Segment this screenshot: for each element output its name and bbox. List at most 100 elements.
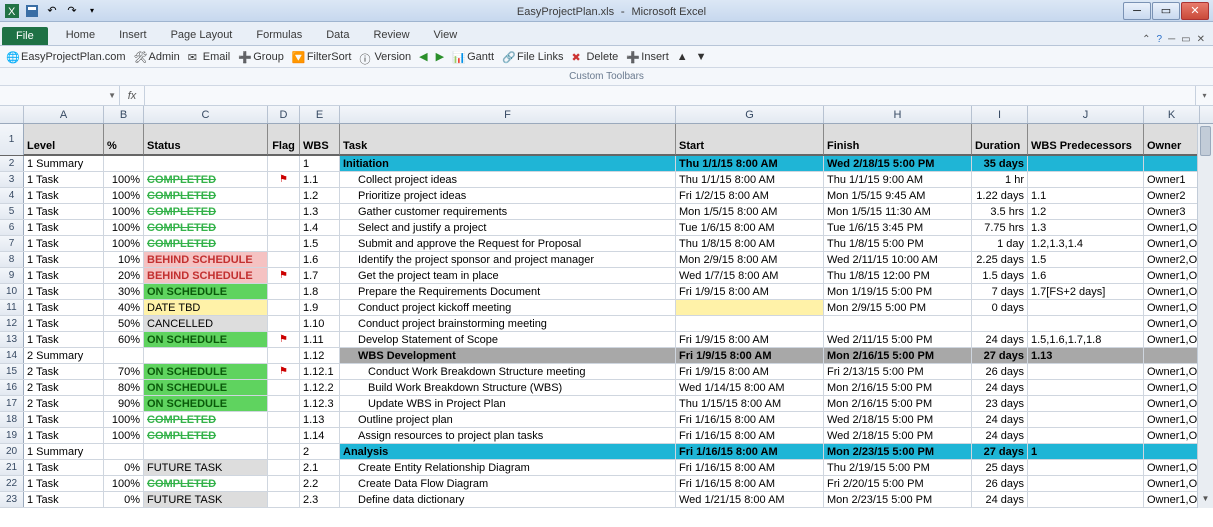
cell-duration[interactable]: 2.25 days [972, 252, 1028, 267]
cell-task[interactable]: Collect project ideas [340, 172, 676, 187]
cell-flag[interactable]: ⚑ [268, 268, 300, 283]
cell-duration[interactable]: 1.5 days [972, 268, 1028, 283]
cell-status[interactable]: ON SCHEDULE [144, 364, 268, 379]
cell-wbs[interactable]: 1.12 [300, 348, 340, 363]
cell-percent[interactable]: 50% [104, 316, 144, 331]
cell-status[interactable] [144, 348, 268, 363]
ribbon-tab-view[interactable]: View [422, 25, 470, 45]
nav-left-button[interactable]: ◀ [419, 50, 427, 63]
cell-task[interactable]: Update WBS in Project Plan [340, 396, 676, 411]
cell-task[interactable]: Define data dictionary [340, 492, 676, 507]
cell-owner[interactable]: Owner1,O [1144, 316, 1200, 331]
cell-owner[interactable]: Owner1,O [1144, 268, 1200, 283]
cell-wbs[interactable]: 1.12.3 [300, 396, 340, 411]
cell-percent[interactable]: 100% [104, 236, 144, 251]
cell-level[interactable]: 1 Task [24, 300, 104, 315]
cell-start[interactable]: Fri 1/16/15 8:00 AM [676, 428, 824, 443]
header-flag[interactable]: Flag [268, 124, 300, 155]
cell-start[interactable]: Fri 1/16/15 8:00 AM [676, 476, 824, 491]
cell-predecessors[interactable]: 1.7[FS+2 days] [1028, 284, 1144, 299]
cell-wbs[interactable]: 1.13 [300, 412, 340, 427]
cell-predecessors[interactable] [1028, 380, 1144, 395]
cell-level[interactable]: 1 Summary [24, 444, 104, 459]
cell-wbs[interactable]: 1.6 [300, 252, 340, 267]
cell-wbs[interactable]: 1.9 [300, 300, 340, 315]
cell-owner[interactable] [1144, 444, 1200, 459]
cell-status[interactable]: ON SCHEDULE [144, 332, 268, 347]
cell-predecessors[interactable] [1028, 316, 1144, 331]
col-header-F[interactable]: F [340, 106, 676, 123]
cell-task[interactable]: WBS Development [340, 348, 676, 363]
row-header[interactable]: 6 [0, 220, 24, 235]
cell-percent[interactable]: 10% [104, 252, 144, 267]
cell-flag[interactable] [268, 204, 300, 219]
cell-owner[interactable]: Owner1,O [1144, 332, 1200, 347]
cell-predecessors[interactable] [1028, 412, 1144, 427]
header-task[interactable]: Task [340, 124, 676, 155]
cell-finish[interactable]: Thu 1/8/15 5:00 PM [824, 236, 972, 251]
insert-button[interactable]: ➕Insert [626, 51, 669, 63]
cell-duration[interactable]: 24 days [972, 332, 1028, 347]
cell-task[interactable]: Select and justify a project [340, 220, 676, 235]
cell-percent[interactable]: 0% [104, 460, 144, 475]
cell-wbs[interactable]: 2.3 [300, 492, 340, 507]
header-start[interactable]: Start [676, 124, 824, 155]
cell-duration[interactable]: 27 days [972, 444, 1028, 459]
cell-flag[interactable] [268, 252, 300, 267]
cell-status[interactable]: BEHIND SCHEDULE [144, 268, 268, 283]
minimize-button[interactable]: ─ [1123, 2, 1151, 20]
cell-start[interactable]: Fri 1/2/15 8:00 AM [676, 188, 824, 203]
row-header[interactable]: 8 [0, 252, 24, 267]
row-header[interactable]: 2 [0, 156, 24, 171]
cell-finish[interactable] [824, 316, 972, 331]
cell-predecessors[interactable]: 1.6 [1028, 268, 1144, 283]
row-header[interactable]: 16 [0, 380, 24, 395]
save-icon[interactable] [24, 3, 40, 19]
cell-predecessors[interactable]: 1.1 [1028, 188, 1144, 203]
cell-task[interactable]: Submit and approve the Request for Propo… [340, 236, 676, 251]
nav-right-button[interactable]: ▶ [436, 50, 444, 63]
cell-duration[interactable]: 26 days [972, 476, 1028, 491]
cell-task[interactable]: Assign resources to project plan tasks [340, 428, 676, 443]
cell-duration[interactable] [972, 316, 1028, 331]
cell-duration[interactable]: 27 days [972, 348, 1028, 363]
cell-finish[interactable]: Tue 1/6/15 3:45 PM [824, 220, 972, 235]
cell-percent[interactable]: 40% [104, 300, 144, 315]
formula-bar[interactable] [144, 86, 1195, 105]
formula-bar-expand-icon[interactable]: ▾ [1195, 86, 1213, 105]
row-header[interactable]: 12 [0, 316, 24, 331]
cell-duration[interactable]: 24 days [972, 492, 1028, 507]
move-down-button[interactable]: ▼ [696, 51, 707, 63]
cell-predecessors[interactable]: 1.3 [1028, 220, 1144, 235]
row-header[interactable]: 18 [0, 412, 24, 427]
cell-flag[interactable] [268, 348, 300, 363]
cell-task[interactable]: Outline project plan [340, 412, 676, 427]
cell-status[interactable]: COMPLETED [144, 188, 268, 203]
cell-percent[interactable] [104, 444, 144, 459]
cell-wbs[interactable]: 1.11 [300, 332, 340, 347]
cell-predecessors[interactable] [1028, 428, 1144, 443]
cell-level[interactable]: 1 Task [24, 492, 104, 507]
cell-finish[interactable]: Wed 2/18/15 5:00 PM [824, 428, 972, 443]
cell-predecessors[interactable]: 1.13 [1028, 348, 1144, 363]
cell-start[interactable]: Fri 1/9/15 8:00 AM [676, 348, 824, 363]
undo-icon[interactable]: ↶ [44, 3, 60, 19]
cell-duration[interactable]: 24 days [972, 412, 1028, 427]
cell-level[interactable]: 1 Task [24, 252, 104, 267]
cell-percent[interactable]: 70% [104, 364, 144, 379]
cell-wbs[interactable]: 2.1 [300, 460, 340, 475]
header-level[interactable]: Level [24, 124, 104, 155]
col-header-A[interactable]: A [24, 106, 104, 123]
cell-owner[interactable]: Owner1,O [1144, 460, 1200, 475]
cell-owner[interactable]: Owner1,O [1144, 396, 1200, 411]
cell-flag[interactable] [268, 428, 300, 443]
version-button[interactable]: ⓘVersion [359, 51, 411, 63]
cell-predecessors[interactable] [1028, 172, 1144, 187]
cell-percent[interactable] [104, 156, 144, 171]
cell-duration[interactable]: 1.22 days [972, 188, 1028, 203]
cell-status[interactable]: COMPLETED [144, 428, 268, 443]
cell-finish[interactable]: Mon 2/16/15 5:00 PM [824, 380, 972, 395]
cell-owner[interactable]: Owner1,O [1144, 412, 1200, 427]
cell-finish[interactable]: Mon 2/16/15 5:00 PM [824, 396, 972, 411]
cell-owner[interactable]: Owner1,O [1144, 220, 1200, 235]
